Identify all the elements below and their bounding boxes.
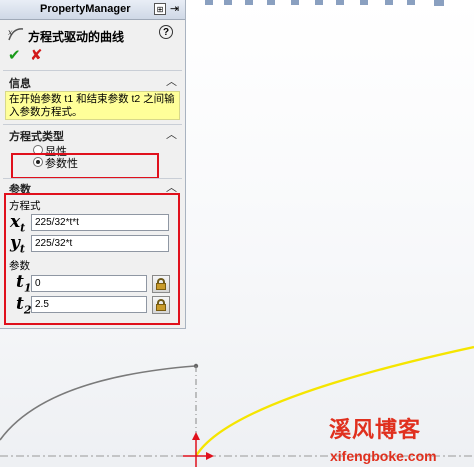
hide-show-icon — [336, 0, 344, 5]
info-message: 在开始参数 t1 和结束参数 t2 之间输入参数方程式。 — [5, 91, 180, 120]
watermark-title: 溪风博客 — [329, 418, 422, 443]
view-settings-icon — [407, 0, 415, 5]
ok-button[interactable]: ✔ — [8, 46, 21, 64]
zoom-icon — [205, 0, 213, 5]
info-section-header[interactable]: 信息 ︿ — [0, 73, 185, 90]
sketch-curve[interactable] — [0, 365, 196, 441]
divider — [3, 178, 182, 179]
highlight-box-parameters — [4, 193, 180, 325]
cancel-button[interactable]: ✘ — [30, 46, 43, 64]
previous-view-icon — [245, 0, 253, 5]
zoom-area-icon — [224, 0, 232, 5]
divider — [3, 124, 182, 125]
display-style-icon — [315, 0, 323, 5]
highlight-box-equation-type — [11, 153, 159, 179]
chevron-up-icon[interactable]: ︿ — [166, 126, 177, 142]
equation-curve-icon: x — [8, 28, 24, 41]
scene-icon — [385, 0, 393, 5]
view-orientation-icon — [291, 0, 299, 5]
equation-type-section-label: 方程式类型 — [9, 131, 64, 143]
collapse-arrow-icon[interactable]: ⇥ — [170, 2, 179, 15]
divider — [3, 70, 182, 71]
origin-icon — [183, 432, 214, 467]
pin-icon[interactable]: ⊞ — [154, 3, 166, 15]
info-section-label: 信息 — [9, 78, 31, 90]
property-manager-titlebar: PropertyManager ⊞ ⇥ — [0, 0, 185, 20]
monitor-icon — [434, 0, 444, 6]
property-manager-title: PropertyManager — [40, 3, 131, 15]
section-view-icon — [267, 0, 275, 5]
view-toolbar[interactable] — [205, 0, 444, 6]
feature-title: 方程式驱动的曲线 — [28, 30, 125, 44]
svg-text:x: x — [8, 28, 13, 37]
equation-type-section-header[interactable]: 方程式类型 ︿ — [0, 126, 185, 143]
property-manager-panel: PropertyManager ⊞ ⇥ x 方程式驱动的曲线 ? ✔ ✘ 信息 … — [0, 0, 186, 329]
appearance-icon — [360, 0, 368, 5]
help-icon[interactable]: ? — [159, 25, 173, 39]
watermark-url: xifengboke.com — [330, 448, 437, 464]
chevron-up-icon[interactable]: ︿ — [166, 73, 177, 89]
